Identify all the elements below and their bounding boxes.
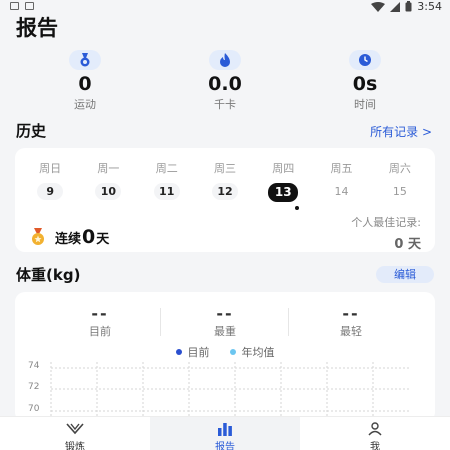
stat-workouts: 0 运动 — [40, 50, 130, 112]
stat-label: 千卡 — [214, 98, 236, 111]
battery-icon — [405, 1, 412, 12]
status-bar: 3:54 — [0, 0, 450, 14]
person-icon — [300, 421, 450, 437]
weekday-label: 周三 — [213, 162, 236, 175]
personal-best-value: 0 天 — [394, 237, 421, 252]
day-column[interactable]: 周五 14 — [320, 160, 364, 202]
stat-label: 时间 — [354, 98, 376, 111]
wifi-icon — [371, 1, 386, 12]
tab-label: 锻炼 — [65, 442, 85, 450]
day-column[interactable]: 周四 13 — [261, 160, 305, 202]
today-indicator-dot — [295, 206, 299, 210]
personal-best-label: 个人最佳记录: — [351, 216, 421, 229]
page-title: 报告 — [16, 16, 58, 40]
notification-icons — [10, 2, 34, 10]
stat-calories: 0.0 千卡 — [180, 50, 270, 112]
weight-chart-grid — [50, 362, 411, 422]
bar-chart-icon — [150, 421, 300, 437]
date-chip: 11 — [153, 183, 180, 200]
weekday-label: 周五 — [330, 162, 353, 175]
tab-me[interactable]: 我 — [300, 417, 450, 450]
date-chip: 10 — [95, 183, 122, 200]
weekday-label: 周一 — [97, 162, 120, 175]
weekday-label: 周日 — [39, 162, 62, 175]
status-icons: 3:54 — [371, 0, 442, 13]
week-calendar: 周日 9 周一 10 周二 11 周三 12 周四 13 周五 14 周六 15 — [15, 148, 435, 202]
day-column[interactable]: 周日 9 — [28, 160, 72, 202]
date-chip: 9 — [37, 183, 64, 200]
streak: 连续 0 天 — [29, 226, 109, 248]
history-card: 周日 9 周一 10 周二 11 周三 12 周四 13 周五 14 周六 15 连续 0 天 个人最佳记… — [15, 148, 435, 252]
weekday-label: 周四 — [272, 162, 295, 175]
streak-prefix: 连续 — [55, 231, 82, 247]
weight-title: 体重(kg) — [16, 266, 81, 284]
workout-icon — [0, 421, 150, 437]
day-column[interactable]: 周二 11 — [145, 160, 189, 202]
day-column[interactable]: 周六 15 — [378, 160, 422, 202]
clock-icon — [349, 50, 381, 70]
notification-icon — [25, 2, 34, 10]
day-column[interactable]: 周一 10 — [86, 160, 130, 202]
date-chip: 15 — [392, 185, 407, 198]
date-chip: 14 — [334, 185, 349, 198]
summary-stats: 0 运动 0.0 千卡 0s 时间 — [0, 50, 450, 112]
weekday-label: 周六 — [388, 162, 411, 175]
stat-value: 0 — [78, 73, 92, 95]
tab-label: 我 — [370, 442, 380, 450]
medal-icon — [69, 50, 101, 70]
date-chip: 13 — [268, 183, 299, 202]
notification-icon — [10, 2, 19, 10]
tab-workout[interactable]: 锻炼 — [0, 417, 150, 450]
stat-value: 0s — [352, 73, 378, 95]
weekday-label: 周二 — [155, 162, 178, 175]
stat-label: 运动 — [74, 98, 96, 111]
personal-best: 个人最佳记录: 0 天 — [351, 214, 421, 252]
bottom-tab-bar: 锻炼 报告 我 — [0, 416, 450, 450]
tab-report[interactable]: 报告 — [150, 417, 300, 450]
streak-value: 0 — [82, 226, 96, 248]
history-title: 历史 — [16, 122, 47, 140]
signal-icon — [390, 1, 401, 12]
weight-card: -- 目前 -- 最重 -- 最轻 目前 年均值 74 72 70 — [15, 292, 435, 422]
day-column[interactable]: 周三 12 — [203, 160, 247, 202]
edit-weight-button[interactable]: 编辑 — [376, 266, 434, 283]
flame-icon — [209, 50, 241, 70]
date-chip: 12 — [211, 183, 238, 200]
tab-label: 报告 — [215, 442, 235, 450]
clock-time: 3:54 — [417, 0, 442, 13]
all-records-link[interactable]: 所有记录 > — [370, 123, 432, 140]
stat-time: 0s 时间 — [320, 50, 410, 112]
trophy-icon — [32, 228, 44, 245]
stat-value: 0.0 — [208, 73, 242, 95]
streak-suffix: 天 — [96, 231, 110, 247]
